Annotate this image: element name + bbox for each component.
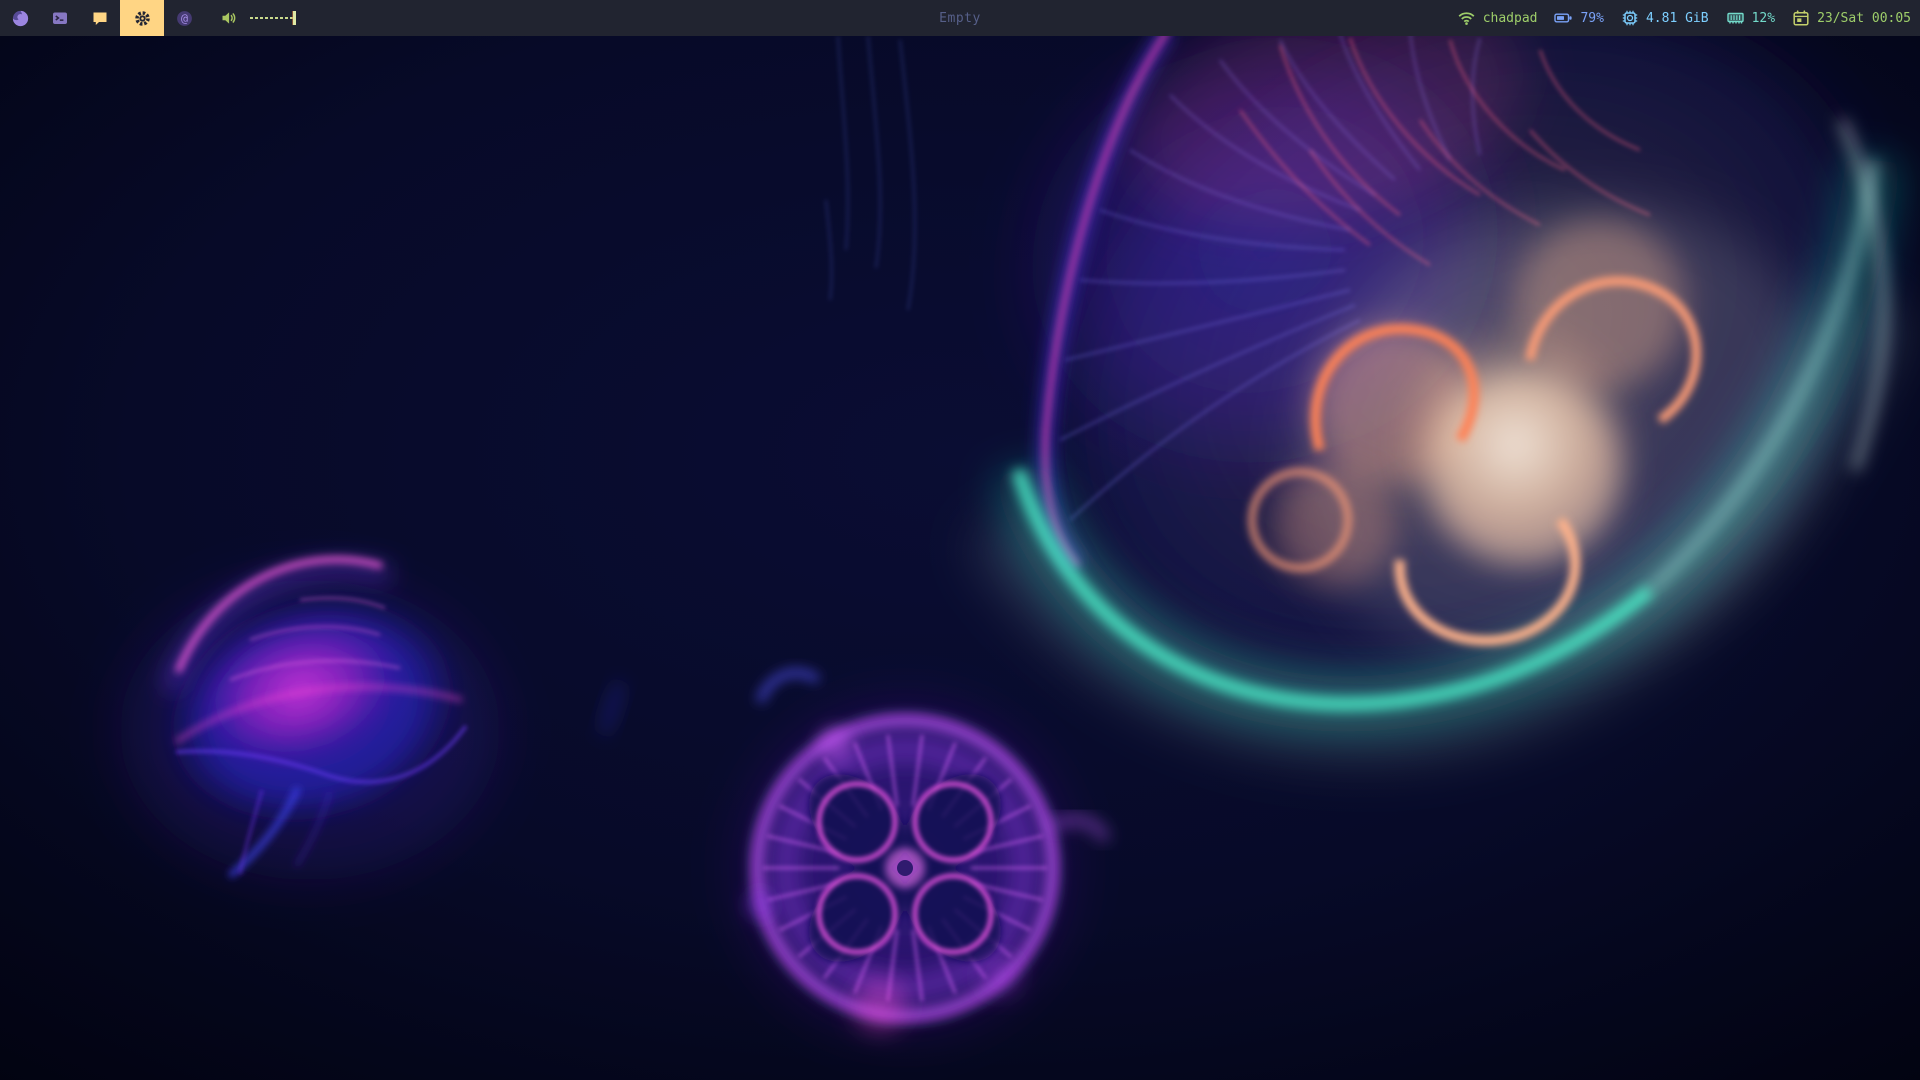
clock-label: 23/Sat 00:05 [1817,11,1911,26]
workspace-mail[interactable]: @ [164,0,204,36]
terminal-icon [51,9,69,27]
chat-icon [91,9,109,27]
workspace-switcher: @ [0,0,204,36]
cpu-widget: 12% [1726,9,1775,27]
workspace-settings[interactable] [120,0,164,36]
memory-widget: 4.81 GiB [1621,9,1709,27]
calendar-icon [1792,9,1810,27]
workspace-chat[interactable] [80,0,120,36]
wifi-icon [1457,9,1476,27]
cpu-label: 12% [1752,11,1775,26]
wifi-label: chadpad [1483,11,1538,26]
wallpaper-jellyfish [0,0,1920,1080]
status-widgets: chadpad 79% 4.81 GiB [1457,9,1920,27]
memory-label: 4.81 GiB [1646,11,1709,26]
status-bar: @ Empty chadpad [0,0,1920,36]
battery-widget: 79% [1554,9,1603,27]
ram-icon [1726,9,1745,27]
clock-widget: 23/Sat 00:05 [1792,9,1911,27]
volume-slider[interactable] [250,17,294,19]
firefox-icon [11,9,30,28]
speaker-icon[interactable] [220,9,238,27]
cpu-chip-icon [1621,9,1639,27]
at-icon: @ [175,9,194,28]
wifi-widget: chadpad [1457,9,1538,27]
gear-icon [133,9,152,28]
battery-icon [1554,9,1573,27]
battery-label: 79% [1580,11,1603,26]
volume-widget [220,9,294,27]
window-title: Empty [939,0,981,36]
workspace-terminal[interactable] [40,0,80,36]
workspace-browser[interactable] [0,0,40,36]
svg-text:@: @ [181,11,188,25]
volume-slider-handle[interactable] [293,11,296,25]
